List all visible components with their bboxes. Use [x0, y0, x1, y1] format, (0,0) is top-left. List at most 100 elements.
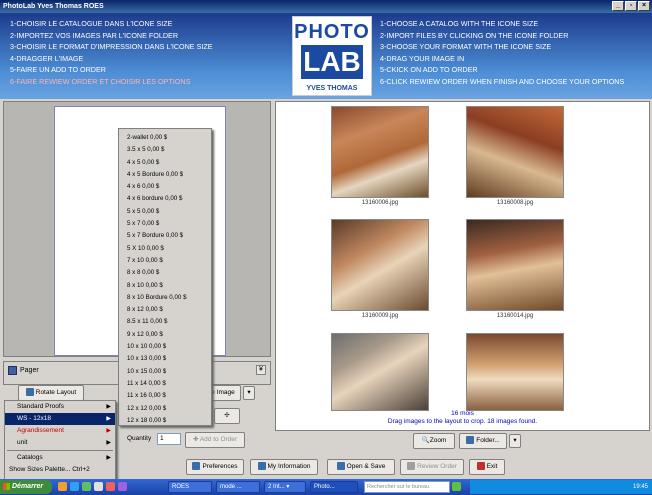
size-option[interactable]: 8 x 12 0,00 $ [119, 304, 211, 316]
size-option[interactable]: 4 x 5 0,00 $ [119, 157, 211, 169]
size-option[interactable]: 11 x 14 0,00 $ [119, 378, 211, 390]
my-information-button[interactable]: My Information [250, 459, 318, 475]
quicklaunch-icon[interactable] [82, 482, 91, 491]
menu-item-catalogs[interactable]: Catalogs ▶ [5, 452, 115, 464]
size-option[interactable]: 5 X 10 0,00 $ [119, 243, 211, 255]
crop-tool-button[interactable]: ✢ [214, 408, 240, 424]
clock: 19:45 [632, 484, 648, 490]
pager-icon [8, 366, 17, 375]
size-option[interactable]: 5 x 5 0,00 $ [119, 206, 211, 218]
thumbnail[interactable]: 13160008.jpg [466, 106, 564, 210]
size-option[interactable]: 8 x 8 0,00 $ [119, 267, 211, 279]
system-tray: 19:45 [470, 480, 652, 494]
size-option[interactable]: 8.5 x 11 0,00 $ [119, 316, 211, 328]
size-option[interactable]: 8 x 10 0,00 $ [119, 280, 211, 292]
quicklaunch-icon[interactable] [94, 482, 103, 491]
thumbnail[interactable]: 13160014.jpg [466, 219, 564, 323]
close-button[interactable]: × [638, 1, 650, 11]
windows-taskbar: Démarrer ROES mode ... 2 Int... ▾ Photo.… [0, 479, 652, 495]
size-option[interactable]: 5 x 7 Bordure 0,00 $ [119, 230, 211, 242]
open-save-button[interactable]: Open & Save [327, 459, 395, 475]
image-browser[interactable]: 13160006.jpg 13160008.jpg 13160009.jpg 1… [275, 101, 650, 431]
instruction-en-5: 5-CKICK ON ADD TO ORDER [380, 65, 478, 75]
menu-item-unit[interactable]: unit ▶ [5, 437, 115, 449]
submenu-arrow-icon: ▶ [106, 404, 111, 410]
submenu-arrow-icon: ▶ [106, 428, 111, 434]
thumbnail-image[interactable] [331, 219, 429, 311]
size-option[interactable]: 4 x 6 bordure 0,00 $ [119, 193, 211, 205]
size-option[interactable]: 10 x 15 0,00 $ [119, 366, 211, 378]
taskbar-item[interactable]: mode ... [216, 481, 260, 493]
quicklaunch-icon[interactable] [58, 482, 67, 491]
submenu-arrow-icon: ▶ [106, 440, 111, 446]
start-button[interactable]: Démarrer [0, 480, 52, 494]
instructions-english: 1-CHOOSE A CATALOG WITH THE ICONE SIZE 2… [380, 18, 624, 88]
chevron-down-icon: ▾ [513, 437, 517, 444]
rotate-layout-button[interactable]: Rotate Layout [18, 385, 84, 401]
menu-item-agrandissement[interactable]: Agrandissement ▶ [5, 425, 115, 437]
size-option[interactable]: 4 x 6 0,00 $ [119, 181, 211, 193]
quicklaunch-icon[interactable] [70, 482, 79, 491]
thumbnail-image[interactable] [331, 106, 429, 198]
instruction-fr-2: 2-IMPORTEZ VOS IMAGES PAR L'ICONE FOLDER [10, 30, 179, 40]
zoom-icon: 🔍 [421, 437, 430, 444]
rotate-layout-label: Rotate Layout [35, 389, 77, 396]
menu-separator [7, 450, 113, 451]
search-go-icon[interactable] [452, 482, 461, 491]
quicklaunch-icon[interactable] [118, 482, 127, 491]
taskbar-item[interactable]: ROES [168, 481, 212, 493]
thumbnail-image[interactable] [466, 219, 564, 311]
minimize-button[interactable]: _ [612, 1, 624, 11]
preferences-label: Preferences [202, 463, 238, 470]
desktop-search-input[interactable]: Rechercher sur le bureau [364, 481, 450, 493]
size-option[interactable]: 8 x 10 Bordure 0,00 $ [119, 292, 211, 304]
size-option[interactable]: 12 x 18 0,00 $ [119, 415, 211, 427]
quicklaunch-icon[interactable] [106, 482, 115, 491]
thumbnail[interactable]: 13160009.jpg [331, 219, 429, 323]
collapse-pager-button[interactable]: ¥ [256, 365, 266, 375]
window-title: PhotoLab Yves Thomas ROES [3, 3, 104, 10]
add-to-order-button[interactable]: ✚ Add to Order [185, 432, 245, 448]
size-option[interactable]: 5 x 7 0,00 $ [119, 218, 211, 230]
menu-item-show-sizes[interactable]: Show Sizes Palette... Ctrl+2 [5, 464, 115, 476]
submenu-arrow-icon: ▶ [106, 416, 111, 422]
thumbnail[interactable]: 13160006.jpg [331, 106, 429, 210]
size-option[interactable]: 11 x 16 0,00 $ [119, 390, 211, 402]
taskbar-item[interactable]: 2 Int... ▾ [264, 481, 306, 493]
size-option[interactable]: 3.5 x 5 0,00 $ [119, 144, 211, 156]
size-option[interactable]: 12 x 12 0,00 $ [119, 403, 211, 415]
logo-line-1: PHOTO [294, 21, 370, 43]
size-option[interactable]: 10 x 10 0,00 $ [119, 341, 211, 353]
thumbnail-image[interactable] [466, 106, 564, 198]
menu-item-standard-proofs[interactable]: Standard Proofs ▶ [5, 401, 115, 413]
size-option[interactable]: 2-wallet 0,00 $ [119, 132, 211, 144]
zoom-label: Zoom [429, 437, 447, 444]
start-label: Démarrer [12, 483, 44, 490]
zoom-button[interactable]: 🔍Zoom [413, 433, 455, 449]
thumbnail-image[interactable] [331, 333, 429, 411]
size-option[interactable]: 9 x 12 0,00 $ [119, 329, 211, 341]
exit-button[interactable]: Exit [469, 459, 505, 475]
folder-button[interactable]: Folder... [459, 433, 507, 449]
taskbar-item[interactable]: Photo... [310, 481, 358, 493]
user-icon [257, 462, 266, 471]
instruction-en-1: 1-CHOOSE A CATALOG WITH THE ICONE SIZE [380, 19, 539, 28]
review-order-button[interactable]: Review Order [400, 459, 464, 475]
preferences-button[interactable]: Preferences [186, 459, 244, 475]
folder-dropdown-button[interactable]: ▾ [509, 434, 521, 448]
image-dropdown-button[interactable]: ▾ [243, 386, 255, 400]
size-option[interactable]: 7 x 10 0,00 $ [119, 255, 211, 267]
maximize-button[interactable]: ▫ [625, 1, 637, 11]
size-option[interactable]: 4 x 5 Bordure 0,00 $ [119, 169, 211, 181]
thumbnail-image[interactable] [466, 333, 564, 411]
quantity-input[interactable]: 1 [157, 433, 181, 445]
instructions-banner: 1-CHOISIR LE CATALOGUE DANS L'ICONE SIZE… [0, 13, 652, 99]
window-titlebar: PhotoLab Yves Thomas ROES _ ▫ × [0, 0, 652, 13]
size-option[interactable]: 10 x 13 0,00 $ [119, 353, 211, 365]
add-icon: ✚ [192, 436, 199, 443]
menu-item-label: Standard Proofs [17, 403, 64, 410]
photolab-logo: PHOTO LAB YVES THOMAS [292, 16, 372, 96]
instruction-en-4: 4-DRAG YOUR IMAGE IN [380, 53, 465, 63]
review-order-label: Review Order [417, 463, 457, 470]
menu-item-ws[interactable]: WS - 12x18 ▶ [5, 413, 115, 425]
